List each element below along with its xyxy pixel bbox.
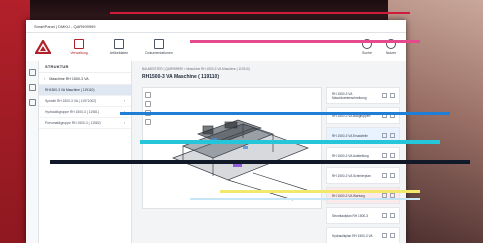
- side-rail: [26, 61, 39, 243]
- glitch-band: [190, 198, 420, 200]
- structure-item[interactable]: Pneumatikgruppe RH 1500-3 ( 11982) ›: [39, 118, 131, 129]
- folder-icon: [154, 39, 164, 49]
- structure-selector[interactable]: ‹ Maschine RH 1500-3 VA: [39, 73, 131, 85]
- app-logo[interactable]: [34, 39, 52, 55]
- open-icon[interactable]: [390, 213, 395, 218]
- open-icon[interactable]: [390, 173, 395, 178]
- list-icon[interactable]: [28, 84, 36, 91]
- main-content: BAUMEISTER | QAR999999 > Maschine RH 150…: [132, 61, 406, 243]
- document-row[interactable]: RH 1500-3 VA Maschinenbeschreibung: [326, 87, 400, 104]
- toolbar-item-artikeldaten[interactable]: Artikeldaten: [106, 39, 132, 55]
- filter-icon[interactable]: [28, 99, 36, 106]
- document-row[interactable]: Stromlaufplan RH 1500-3: [326, 207, 400, 224]
- grid-icon: [74, 39, 84, 49]
- download-icon[interactable]: [382, 173, 387, 178]
- document-icon: [114, 39, 124, 49]
- open-icon[interactable]: [390, 93, 395, 98]
- toolbar-label: Dokumentationen: [145, 51, 173, 55]
- open-icon[interactable]: [390, 153, 395, 158]
- toolbar-item-verwaltung[interactable]: Verwaltung: [66, 39, 92, 55]
- glitch-band: [120, 112, 450, 115]
- logo-triangle-icon: [35, 40, 51, 54]
- structure-item-label: Hydraulikgruppe RH 1500-3 ( 11981): [45, 110, 99, 114]
- structure-item[interactable]: Spindel RH 1500-3 VA ( 11971002) ›: [39, 96, 131, 107]
- glitch-band: [110, 12, 410, 14]
- download-icon[interactable]: [382, 213, 387, 218]
- document-title: Hydraulikplan RH 1500-3 VA: [332, 233, 373, 238]
- structure-item-label: Spindel RH 1500-3 VA ( 11971002): [45, 99, 97, 103]
- toolbar: Verwaltung Artikeldaten Dokumentationen …: [26, 33, 406, 62]
- viewer-toolbar: [145, 92, 151, 128]
- structure-item[interactable]: RH1500-3 VA Maschine ( 119110): [39, 85, 131, 96]
- chevron-left-icon[interactable]: ‹: [44, 76, 45, 81]
- open-icon[interactable]: [390, 233, 395, 238]
- window-title: SmartPanel | DMKU - QAR999999: [26, 20, 406, 33]
- open-icon[interactable]: [390, 133, 395, 138]
- chevron-right-icon: ›: [123, 99, 125, 103]
- document-title: RH 1500-3 VA Ersatzteile: [332, 133, 368, 138]
- glitch-band: [190, 40, 420, 43]
- toolbar-label: Artikeldaten: [109, 51, 129, 55]
- document-title: RH 1500-3 VA Maschinenbeschreibung: [332, 91, 367, 100]
- document-title: RH 1500-3 VA Schmierplan: [332, 173, 371, 178]
- structure-item-label: RH1500-3 VA Maschine ( 119110): [45, 88, 95, 92]
- reset-view-icon[interactable]: [145, 119, 151, 125]
- download-icon[interactable]: [382, 93, 387, 98]
- structure-heading: STRUKTUR: [39, 61, 131, 73]
- toolbar-label: Suche: [362, 51, 372, 55]
- download-icon[interactable]: [382, 153, 387, 158]
- download-icon[interactable]: [382, 233, 387, 238]
- document-title: RH 1500-3 VA Aufstellung: [332, 153, 369, 158]
- toolbar-item-dokumentationen[interactable]: Dokumentationen: [145, 39, 173, 55]
- download-icon[interactable]: [382, 133, 387, 138]
- document-row[interactable]: RH 1500-3 VA Baugruppen: [326, 107, 400, 124]
- chevron-right-icon: ›: [123, 121, 125, 125]
- rotate-icon[interactable]: [145, 92, 151, 98]
- application-screen: SmartPanel | DMKU - QAR999999 Verwaltung…: [26, 20, 406, 243]
- structure-selected-label: Maschine RH 1500-3 VA: [49, 76, 89, 81]
- structure-item[interactable]: Hydraulikgruppe RH 1500-3 ( 11981) ›: [39, 107, 131, 118]
- structure-panel: STRUKTUR ‹ Maschine RH 1500-3 VA RH1500-…: [39, 61, 132, 243]
- document-row[interactable]: RH 1500-3 VA Schmierplan: [326, 167, 400, 184]
- tree-icon[interactable]: [28, 69, 36, 76]
- document-title: RH 1500-3 VA Wartung: [332, 193, 365, 198]
- document-title: Stromlaufplan RH 1500-3: [332, 213, 368, 218]
- breadcrumb[interactable]: BAUMEISTER | QAR999999 > Maschine RH 150…: [132, 61, 406, 71]
- toolbar-label: Nutzer: [385, 51, 397, 55]
- glitch-band: [140, 140, 440, 144]
- toolbar-label: Verwaltung: [70, 51, 88, 55]
- document-row[interactable]: Hydraulikplan RH 1500-3 VA: [326, 227, 400, 243]
- structure-item-label: Pneumatikgruppe RH 1500-3 ( 11982): [45, 121, 101, 125]
- glitch-band: [220, 190, 420, 193]
- zoom-icon[interactable]: [145, 101, 151, 107]
- page-title: RH1500-3 VA Maschine ( 119110): [142, 74, 219, 80]
- glitch-band: [50, 160, 470, 164]
